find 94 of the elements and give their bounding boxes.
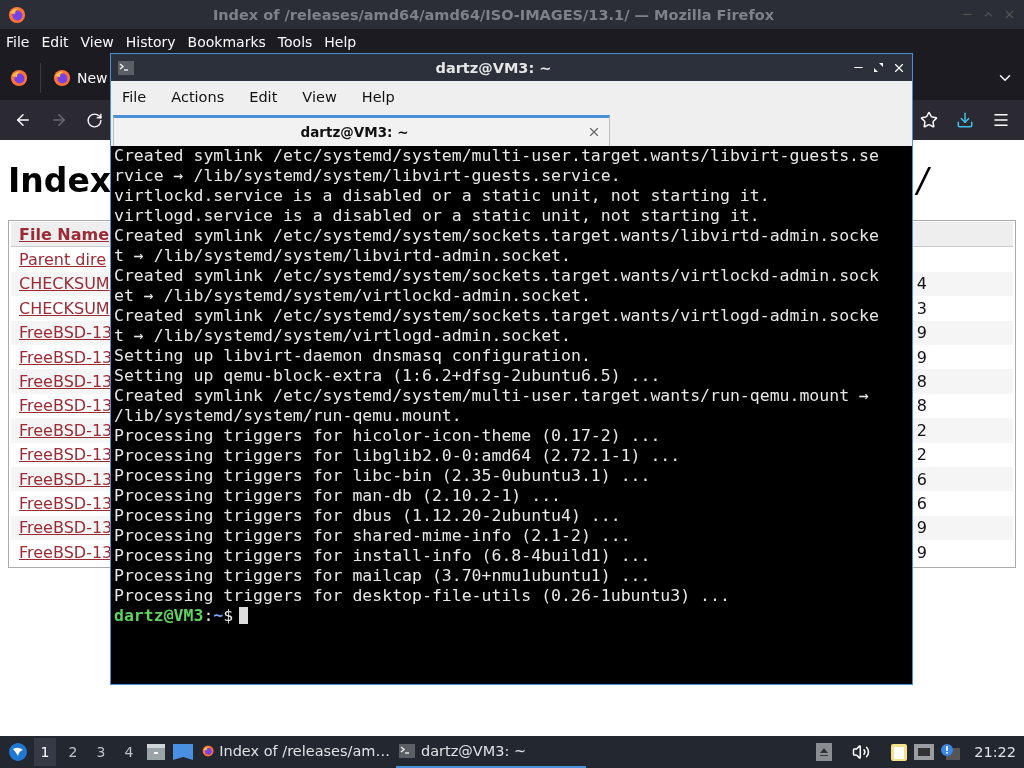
table-cell-text: 8	[916, 372, 928, 392]
info-icon[interactable]	[940, 743, 961, 761]
file-link[interactable]: FreeBSD-13	[19, 420, 113, 440]
terminal-prompt: dartz@VM3:~$	[114, 606, 909, 626]
bookmark-star-icon[interactable]	[920, 111, 938, 129]
start-menu-icon[interactable]	[8, 742, 28, 762]
table-cell-text: 2	[916, 445, 928, 465]
terminal-icon	[398, 742, 416, 760]
file-link[interactable]: FreeBSD-13	[19, 445, 113, 465]
back-icon[interactable]	[14, 111, 32, 129]
menu-icon[interactable]	[992, 111, 1010, 129]
eject-icon[interactable]	[816, 743, 833, 761]
task-button[interactable]: Index of /releases/am…	[200, 736, 390, 768]
terminal-line: Processing triggers for man-db (2.10.2-1) ...	[114, 486, 563, 506]
table-cell-text: 9	[916, 347, 928, 367]
table-cell-text: 4	[916, 274, 928, 294]
terminal-line: virtlogd.service is a disabled or a static unit, not starting it.	[114, 206, 761, 226]
table-cell-text: 3	[916, 298, 928, 318]
firefox-logo-icon	[53, 68, 71, 87]
maximize-icon[interactable]	[873, 62, 884, 73]
menu-item[interactable]: Actions	[171, 88, 225, 105]
volume-icon[interactable]	[852, 743, 871, 761]
file-link[interactable]: Parent dire	[19, 250, 106, 270]
menu-item[interactable]: Bookmarks	[187, 34, 266, 50]
menu-item[interactable]: Tools	[277, 34, 313, 50]
terminal-icon	[117, 58, 135, 77]
terminal-line: Processing triggers for dbus (1.12.20-2ubuntu4) ...	[114, 506, 622, 526]
menu-item[interactable]: Help	[361, 88, 395, 105]
network-icon[interactable]	[914, 744, 935, 760]
window-title: dartz@VM3: ~	[434, 59, 553, 76]
menu-item[interactable]: View	[80, 34, 114, 50]
terminal-tab[interactable]: dartz@VM3: ~	[113, 115, 610, 146]
terminal-line: Created symlink /etc/systemd/system/multi-user.target.wants/run-qemu.mount →	[114, 386, 870, 406]
workspace-button[interactable]: 2	[62, 738, 84, 766]
task-button[interactable]: dartz@VM3: ~	[396, 736, 586, 768]
terminal-line: rvice → /lib/systemd/system/libvirt-guests.service.	[114, 166, 622, 186]
file-link[interactable]: CHECKSUM	[19, 274, 110, 294]
file-link[interactable]: FreeBSD-13	[19, 347, 113, 367]
table-cell-text: 6	[916, 494, 928, 513]
workspace-button[interactable]: 3	[90, 738, 112, 766]
menu-item[interactable]: History	[125, 34, 176, 50]
terminal-line: Processing triggers for libc-bin (2.35-0ubuntu3.1) ...	[114, 466, 652, 486]
terminal-line: Processing triggers for libglib2.0-0:amd64 (2.72.1-1) ...	[114, 446, 682, 466]
close-tab-icon[interactable]	[587, 125, 601, 139]
menu-item[interactable]: View	[302, 88, 337, 105]
firefox-logo-icon	[8, 5, 26, 24]
terminal-line: /lib/systemd/system/run-qemu.mount.	[114, 406, 463, 426]
file-link[interactable]: FreeBSD-13	[19, 469, 113, 489]
workspace-button[interactable]: 4	[118, 738, 140, 766]
file-link[interactable]: FreeBSD-13	[19, 494, 113, 513]
menu-item[interactable]: File	[6, 34, 30, 50]
firefox-logo-icon	[10, 68, 28, 87]
download-icon[interactable]	[956, 111, 974, 129]
terminal-line: Processing triggers for desktop-file-utils (0.26-1ubuntu3) ...	[114, 586, 731, 606]
terminal-line: t → /lib/systemd/system/virtlogd-admin.socket.	[114, 326, 572, 346]
table-cell-text: 9	[916, 542, 928, 562]
table-cell-text: 2	[916, 420, 928, 440]
table-cell-text: 6	[916, 469, 928, 489]
terminal-line: Created symlink /etc/systemd/system/sockets.target.wants/virtlockd-admin.sock	[114, 266, 880, 286]
terminal-line: Processing triggers for install-info (6.8-4build1) ...	[114, 546, 652, 566]
terminal-line: Processing triggers for mailcap (3.70+nmu1ubuntu1) ...	[114, 566, 652, 586]
file-link[interactable]: FreeBSD-13	[19, 396, 113, 416]
terminal-line: et → /lib/systemd/system/virtlockd-admin.socket.	[114, 286, 592, 306]
menu-item[interactable]: Edit	[249, 88, 278, 105]
workspace-button[interactable]: 1	[34, 738, 56, 766]
table-cell-text: 9	[916, 323, 928, 343]
column-header[interactable]: File Name	[19, 224, 110, 244]
terminal-line: Created symlink /etc/systemd/system/multi-user.target.wants/libvirt-guests.se	[114, 146, 880, 166]
terminal-line: Created symlink /etc/systemd/system/sockets.target.wants/virtlogd-admin.socke	[114, 306, 880, 326]
terminal-line: Setting up libvirt-daemon dnsmasq configuration.	[114, 346, 592, 366]
terminal-line: Processing triggers for hicolor-icon-theme (0.17-2) ...	[114, 426, 662, 446]
terminal-line: t → /lib/systemd/system/libvirtd-admin.socket.	[114, 246, 572, 266]
terminal-line: virtlockd.service is a disabled or a static unit, not starting it.	[114, 186, 771, 206]
terminal-line: Created symlink /etc/systemd/system/sockets.target.wants/libvirtd-admin.socke	[114, 226, 880, 246]
clock: 21:22	[974, 744, 1016, 760]
table-cell-text: 9	[916, 518, 928, 538]
window-title: Index of /releases/amd64/amd64/ISO-IMAGES/13.1/ — Mozilla Firefox	[211, 6, 776, 23]
page-heading: Index	[8, 160, 112, 200]
file-link[interactable]: FreeBSD-13	[19, 518, 113, 538]
file-link[interactable]: FreeBSD-13	[19, 372, 113, 392]
menu-item[interactable]: Edit	[41, 34, 69, 50]
file-link[interactable]: CHECKSUM	[19, 298, 110, 318]
file-link[interactable]: FreeBSD-13	[19, 542, 113, 562]
file-manager-icon[interactable]	[146, 743, 166, 761]
browser-tab[interactable]: New	[40, 62, 108, 93]
desktop-icon[interactable]	[172, 743, 194, 761]
file-link[interactable]: FreeBSD-13	[19, 323, 113, 343]
clipboard-icon[interactable]	[890, 742, 909, 762]
menu-item[interactable]: File	[122, 88, 147, 105]
terminal-line: Setting up qemu-block-extra (1:6.2+dfsg-2ubuntu6.5) ...	[114, 366, 662, 386]
menu-item[interactable]: Help	[324, 34, 357, 50]
table-cell-text: 8	[916, 396, 928, 416]
terminal-line: Processing triggers for shared-mime-info (2.1-2) ...	[114, 526, 632, 546]
reload-icon[interactable]	[86, 111, 103, 129]
